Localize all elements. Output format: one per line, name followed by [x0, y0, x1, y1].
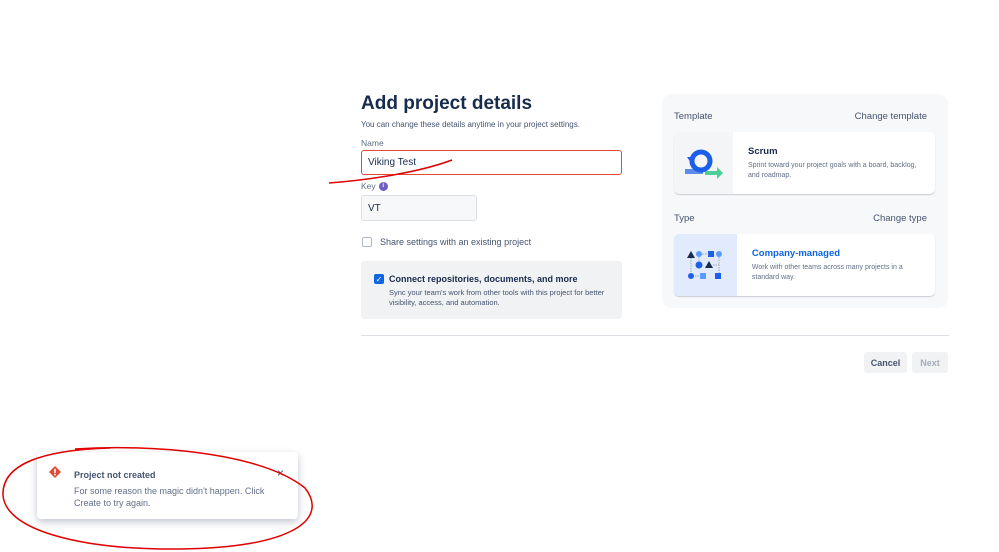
connect-checkbox[interactable]: ✓	[374, 274, 384, 284]
next-button[interactable]: Next	[912, 352, 948, 373]
change-template-button[interactable]: Change template	[855, 111, 927, 122]
connect-section: ✓ Connect repositories, documents, and m…	[361, 261, 622, 319]
template-label: Template	[674, 111, 713, 122]
template-description: Sprint toward your project goals with a …	[747, 162, 917, 179]
divider	[361, 335, 949, 336]
connect-description: Sync your team's work from other tools w…	[389, 288, 605, 307]
page-title: Add project details	[361, 93, 533, 114]
cancel-button[interactable]: Cancel	[864, 352, 907, 373]
error-toast: Project not created For some reason the …	[37, 452, 298, 519]
key-label: Key	[361, 181, 376, 191]
template-name: Scrum	[747, 146, 778, 157]
name-input[interactable]: Viking Test	[361, 150, 622, 175]
connect-label: Connect repositories, documents, and mor…	[389, 274, 578, 284]
toast-message: For some reason the magic didn't happen.…	[74, 486, 265, 508]
type-card[interactable]: Company-managed Work with other teams acr…	[674, 234, 935, 296]
page-subtitle: You can change these details anytime in …	[361, 120, 580, 129]
name-label: Name	[361, 138, 384, 148]
close-icon[interactable]: ×	[277, 466, 284, 480]
share-settings-label: Share settings with an existing project	[380, 237, 532, 247]
type-description: Work with other teams across many projec…	[751, 264, 903, 281]
type-label: Type	[674, 213, 695, 224]
template-card[interactable]: Scrum Sprint toward your project goals wi…	[674, 132, 935, 194]
scrum-icon	[674, 132, 733, 194]
share-settings-checkbox[interactable]	[362, 237, 372, 247]
key-input[interactable]: VT	[361, 195, 477, 221]
error-icon	[49, 466, 61, 478]
change-type-button[interactable]: Change type	[873, 213, 927, 224]
toast-title: Project not created	[74, 470, 156, 480]
company-managed-icon	[674, 234, 737, 296]
info-icon[interactable]: i	[378, 181, 388, 191]
template-type-panel: Template Change template Scrum Sprint tow…	[662, 94, 948, 308]
type-name: Company-managed	[751, 248, 841, 259]
